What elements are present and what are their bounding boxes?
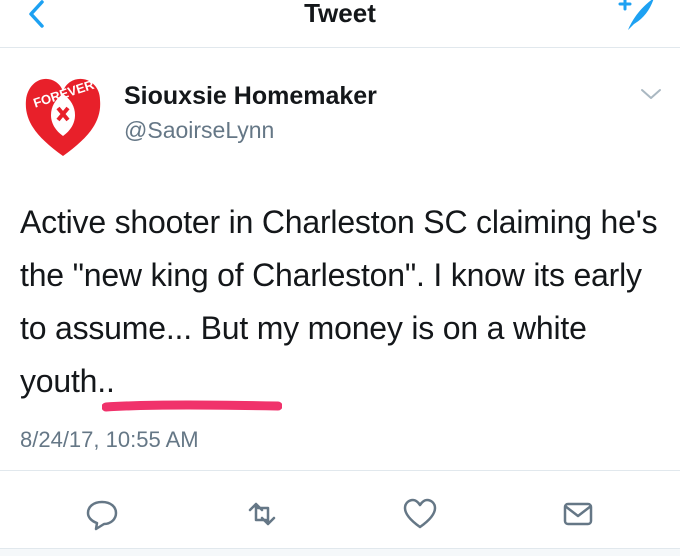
- reply-icon: [86, 500, 118, 531]
- divider: [0, 470, 680, 471]
- page-title: Tweet: [304, 0, 376, 28]
- avatar[interactable]: FOREVER: [18, 64, 108, 164]
- top-navigation-bar: Tweet: [0, 0, 680, 48]
- tweet-options-button[interactable]: [638, 84, 664, 104]
- tweet-timestamp: 8/24/17, 10:55 AM: [20, 427, 199, 452]
- retweet-icon: [248, 502, 276, 526]
- compose-tweet-button[interactable]: [614, 0, 664, 36]
- like-icon: [403, 498, 437, 529]
- chevron-down-icon: [641, 89, 661, 99]
- share-icon: [563, 502, 593, 526]
- reply-button[interactable]: [80, 494, 124, 534]
- like-button[interactable]: [398, 494, 442, 534]
- bottom-edge: [0, 548, 680, 556]
- tweet-text: Active shooter in Charleston SC claiming…: [20, 204, 658, 399]
- author-handle[interactable]: @SaoirseLynn: [124, 117, 274, 143]
- highlight-underline: [102, 400, 282, 412]
- author-display-name[interactable]: Siouxsie Homemaker: [124, 82, 377, 110]
- share-button[interactable]: [556, 494, 600, 534]
- retweet-button[interactable]: [240, 494, 284, 534]
- compose-tweet-icon: [618, 0, 654, 30]
